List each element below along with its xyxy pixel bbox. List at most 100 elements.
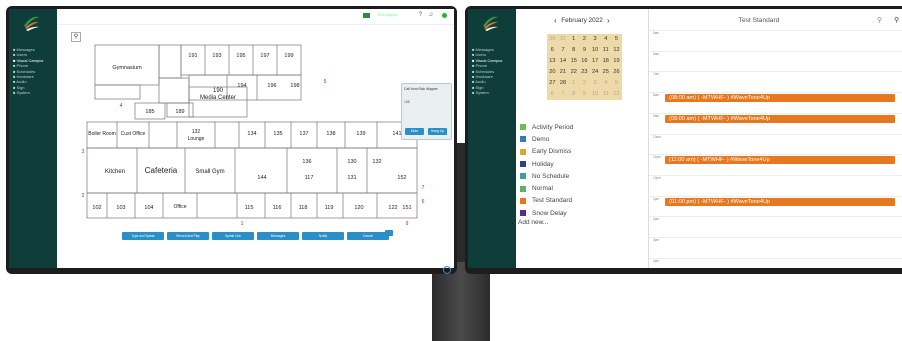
calendar-day[interactable]: 19 xyxy=(611,56,622,67)
calendar-day[interactable]: 3 xyxy=(590,34,601,45)
room-number[interactable]: 195 xyxy=(236,53,245,59)
room-number[interactable]: 122 xyxy=(388,205,397,211)
calendar-day[interactable]: 27 xyxy=(547,78,558,89)
bell-icon[interactable]: ♫ xyxy=(429,12,434,18)
calendar-day[interactable]: 1 xyxy=(568,34,579,45)
calendar-day[interactable]: 1 xyxy=(568,78,579,89)
calendar-day[interactable]: 13 xyxy=(547,56,558,67)
room-number[interactable]: 138 xyxy=(326,131,335,137)
room-number[interactable]: 137 xyxy=(299,131,308,137)
calendar-day[interactable]: 10 xyxy=(590,89,601,100)
calendar-event[interactable]: (08:00 am) ( -MTWHF- ) #WaveTone4Up xyxy=(665,94,895,103)
cancel-button[interactable]: Cancel xyxy=(347,232,389,240)
room-number[interactable]: 135 xyxy=(273,131,282,137)
room-number[interactable]: 119 xyxy=(325,205,334,211)
search-icon[interactable]: ⚲ xyxy=(877,16,882,24)
calendar-event[interactable]: (01:00 pm) ( -MTWHF- ) #WaveTone4Up xyxy=(665,197,895,206)
calendar-day[interactable]: 14 xyxy=(558,56,569,67)
room-number[interactable]: 151 xyxy=(402,205,411,211)
room-number[interactable]: 118 xyxy=(299,205,308,211)
room-number[interactable]: 102 xyxy=(92,205,101,211)
room-number[interactable]: 198 xyxy=(290,83,299,89)
next-month-button[interactable]: › xyxy=(607,16,610,25)
zoom-search-icon[interactable]: ⚲ xyxy=(894,16,899,24)
room-number[interactable]: 185 xyxy=(145,109,154,115)
schedule-item[interactable]: Test Standard xyxy=(520,195,573,207)
schedule-item[interactable]: Snow Delay xyxy=(520,207,573,219)
calendar-day[interactable]: 22 xyxy=(568,67,579,78)
room-number[interactable]: 115 xyxy=(245,205,254,211)
room-number[interactable]: 197 xyxy=(260,53,269,59)
calendar-day[interactable]: 9 xyxy=(579,89,590,100)
room-number[interactable]: 193 xyxy=(212,53,221,59)
room-number[interactable]: 132 xyxy=(372,159,381,165)
calendar-day[interactable]: 15 xyxy=(568,56,579,67)
calendar-day[interactable]: 20 xyxy=(547,67,558,78)
speak-live-button[interactable]: Speak Live xyxy=(212,232,254,240)
calendar-day[interactable]: 12 xyxy=(611,45,622,56)
calendar-day[interactable]: 23 xyxy=(579,67,590,78)
calendar-event[interactable]: (11:00 am) ( -MTWHF- ) #WaveTone4Up xyxy=(665,156,895,165)
calendar-day[interactable]: 11 xyxy=(600,45,611,56)
room-number[interactable]: 199 xyxy=(284,53,293,59)
power-icon[interactable] xyxy=(443,266,451,274)
calendar-day[interactable]: 5 xyxy=(611,34,622,45)
schedule-item[interactable]: Early Dismiss xyxy=(520,146,573,158)
calendar-day[interactable]: 16 xyxy=(579,56,590,67)
calendar-day[interactable]: 3 xyxy=(590,78,601,89)
calendar-day[interactable]: 10 xyxy=(590,45,601,56)
room-number[interactable]: 136 xyxy=(302,159,311,165)
nav-item-system[interactable]: ■ System xyxy=(471,90,516,95)
calendar-day[interactable]: 25 xyxy=(600,67,611,78)
help-icon[interactable]: ? xyxy=(419,12,422,18)
schedule-item[interactable]: Normal xyxy=(520,182,573,194)
room-number[interactable]: 104 xyxy=(144,205,153,211)
keyboard-icon[interactable] xyxy=(385,230,393,236)
calendar-event[interactable]: (09:00 am) ( -MTWHF- ) #WaveTone4Up xyxy=(665,114,895,123)
room-number[interactable]: 152 xyxy=(397,175,406,181)
calendar-day[interactable]: 30 xyxy=(547,34,558,45)
calendar-day[interactable]: 4 xyxy=(600,34,611,45)
type-and-speak-button[interactable]: Type and Speak xyxy=(122,232,164,240)
calendar-day[interactable]: 24 xyxy=(590,67,601,78)
notify-button[interactable]: Notify xyxy=(302,232,344,240)
calendar-day[interactable]: 12 xyxy=(611,89,622,100)
calendar-day[interactable]: 6 xyxy=(547,89,558,100)
calendar-day[interactable]: 18 xyxy=(600,56,611,67)
room-number[interactable]: 120 xyxy=(354,205,363,211)
calendar-day[interactable]: 31 xyxy=(558,34,569,45)
calendar-day[interactable]: 4 xyxy=(600,78,611,89)
messages-button[interactable]: Messages xyxy=(257,232,299,240)
calendar-day[interactable]: 21 xyxy=(558,67,569,78)
record-and-play-button[interactable]: Record and Play xyxy=(167,232,209,240)
room-number[interactable]: 134 xyxy=(247,131,256,137)
schedule-item[interactable]: Demo xyxy=(520,133,573,145)
calendar-day[interactable]: 6 xyxy=(547,45,558,56)
calendar-day[interactable]: 7 xyxy=(558,45,569,56)
nav-item-system[interactable]: ■ System xyxy=(12,90,57,95)
room-number[interactable]: 139 xyxy=(356,131,365,137)
schedule-item[interactable]: Holiday xyxy=(520,158,573,170)
schedule-item[interactable]: No Schedule xyxy=(520,170,573,182)
hang-up-button[interactable]: Hang Up xyxy=(428,128,447,135)
calendar-day[interactable]: 5 xyxy=(611,78,622,89)
calendar-day[interactable]: 2 xyxy=(579,78,590,89)
room-number[interactable]: 116 xyxy=(273,205,282,211)
calendar-day[interactable]: 8 xyxy=(568,89,579,100)
user-name[interactable]: Rick Wagner xyxy=(377,13,398,17)
room-number[interactable]: 131 xyxy=(347,175,356,181)
mute-button[interactable]: Mute xyxy=(405,128,424,135)
room-number[interactable]: 189 xyxy=(175,109,184,115)
calendar-day[interactable]: 28 xyxy=(558,78,569,89)
room-number[interactable]: 130 xyxy=(347,159,356,165)
calendar-day[interactable]: 17 xyxy=(590,56,601,67)
calendar-day[interactable]: 2 xyxy=(579,34,590,45)
room-number[interactable]: 194 xyxy=(237,83,246,89)
room-number[interactable]: 117 xyxy=(305,175,314,181)
calendar-day[interactable]: 26 xyxy=(611,67,622,78)
calendar-day[interactable]: 9 xyxy=(579,45,590,56)
calendar-day[interactable]: 7 xyxy=(558,89,569,100)
room-number[interactable]: 191 xyxy=(188,53,197,59)
add-new-link[interactable]: Add new... xyxy=(518,219,573,226)
calendar-day[interactable]: 8 xyxy=(568,45,579,56)
